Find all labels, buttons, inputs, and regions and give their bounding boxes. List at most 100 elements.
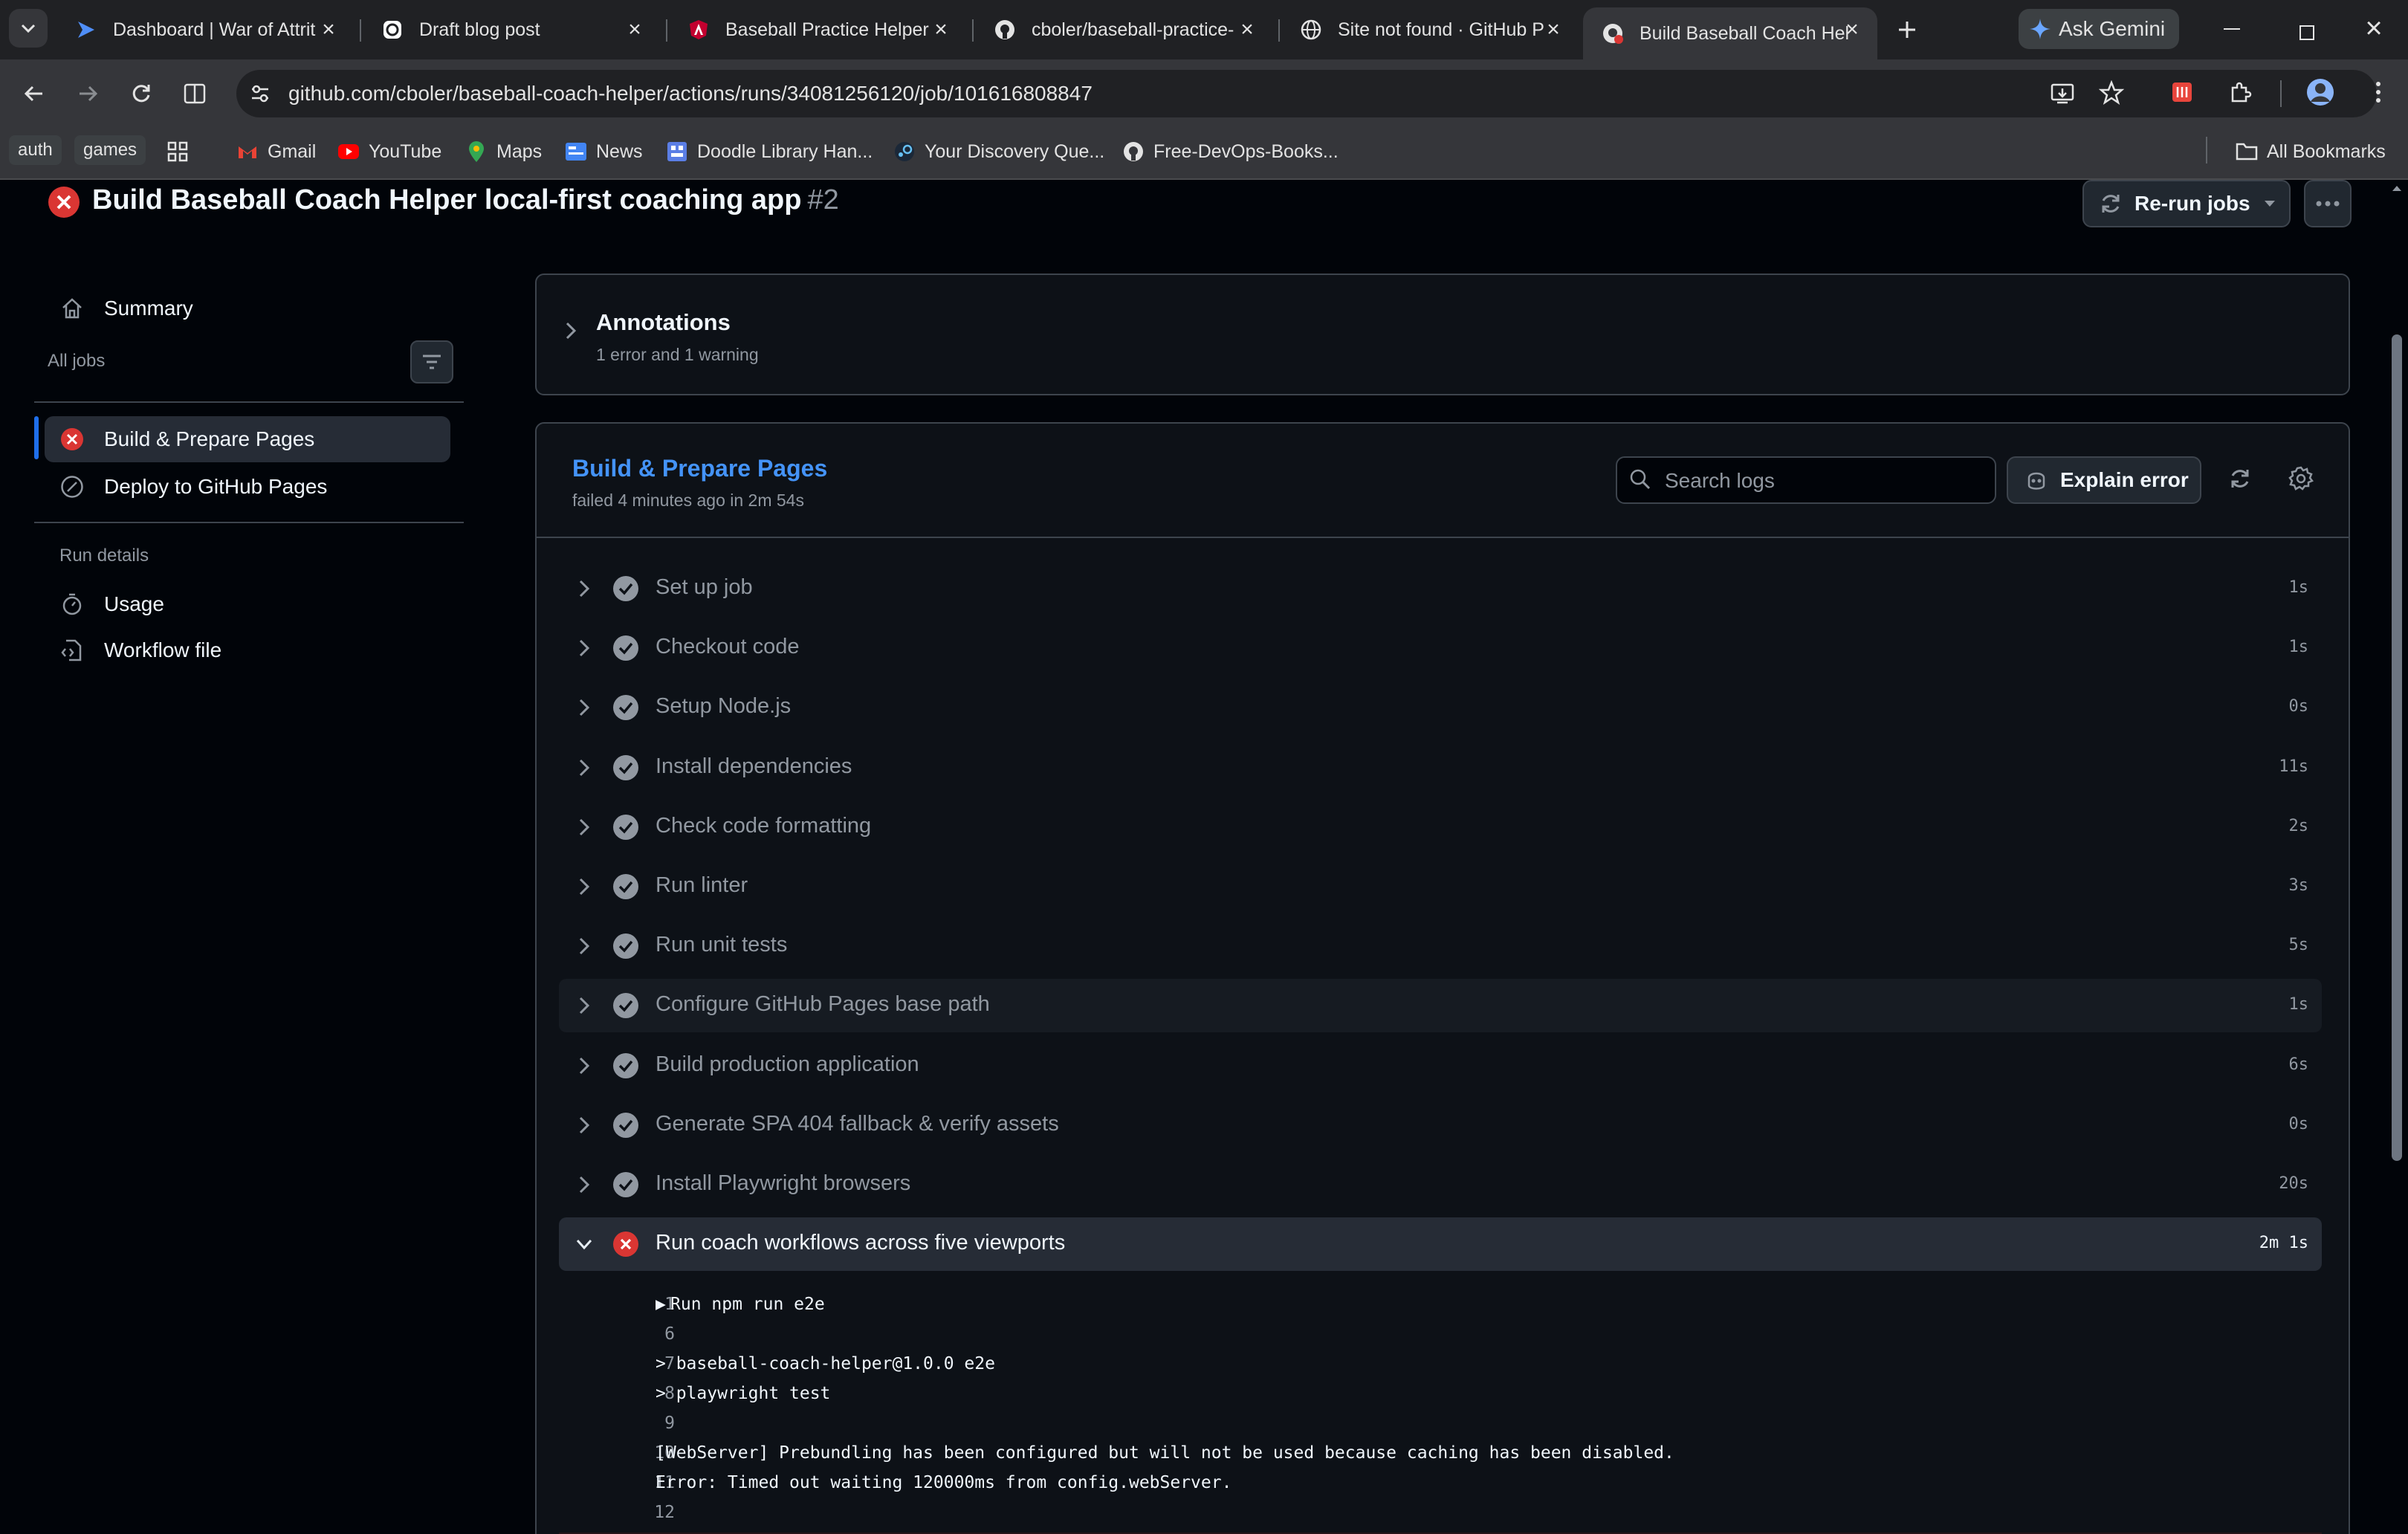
gmail-icon — [236, 140, 259, 163]
tab-github-repo[interactable]: cboler/baseball-practice- × — [975, 7, 1272, 52]
log-settings-button[interactable] — [2283, 461, 2319, 496]
step-duration: 5s — [2288, 936, 2309, 954]
page-scrollbar[interactable] — [2386, 180, 2408, 1534]
step-row[interactable]: Checkout code 1s — [559, 621, 2322, 675]
bookmark-folder-auth[interactable]: auth — [9, 135, 62, 165]
bookmark-news[interactable]: News — [565, 134, 643, 169]
pdf-extension-icon — [2172, 82, 2192, 102]
minimize-button[interactable] — [2215, 18, 2250, 40]
ask-gemini-button[interactable]: Ask Gemini — [2019, 9, 2179, 49]
step-row[interactable]: Generate SPA 404 fallback & verify asset… — [559, 1098, 2322, 1152]
bookmark-maps[interactable]: Maps — [465, 134, 542, 169]
bookmark-discovery-queue[interactable]: Your Discovery Que... — [893, 134, 1104, 169]
step-row[interactable]: Set up job 1s — [559, 562, 2322, 615]
step-row[interactable]: Run unit tests 5s — [559, 919, 2322, 973]
tab-site-not-found[interactable]: Site not found · GitHub P × — [1281, 7, 1579, 52]
new-tab-button[interactable] — [1886, 9, 1928, 51]
step-row[interactable]: Run coach workflows across five viewport… — [559, 1217, 2322, 1271]
chevron-right-icon — [574, 697, 595, 718]
bookmark-devops-books[interactable]: Free-DevOps-Books... — [1122, 134, 1339, 169]
back-button[interactable] — [13, 73, 55, 114]
step-row[interactable]: Install dependencies 11s — [559, 741, 2322, 794]
all-jobs-heading: All jobs — [48, 351, 106, 371]
log-line-text: [WebServer] Prebundling has been configu… — [656, 1443, 1674, 1463]
github-logo-icon — [993, 18, 1017, 42]
log-line-text: Error: Timed out waiting 120000ms from c… — [656, 1473, 1232, 1492]
close-tab-icon[interactable]: × — [1842, 19, 1862, 41]
browser-menu-button[interactable] — [2357, 71, 2399, 113]
close-window-button[interactable]: × — [2356, 10, 2392, 46]
tab-dashboard[interactable]: Dashboard | War of Attrit × — [56, 7, 354, 52]
step-row[interactable]: Build production application 6s — [559, 1039, 2322, 1093]
chevron-right-icon — [574, 876, 595, 897]
job-title[interactable]: Build & Prepare Pages — [572, 455, 827, 482]
tab-draft-blog[interactable]: Draft blog post × — [363, 7, 660, 52]
tab-build-baseball[interactable]: Build Baseball Coach Hel × — [1583, 7, 1877, 59]
refresh-logs-button[interactable] — [2222, 461, 2258, 496]
rerun-jobs-button[interactable]: Re-run jobs — [2082, 180, 2291, 227]
annotations-title: Annotations — [596, 309, 731, 335]
bookmark-gmail[interactable]: Gmail — [236, 134, 316, 169]
success-check-icon — [612, 635, 639, 661]
more-actions-button[interactable] — [2304, 180, 2352, 227]
tab-search-button[interactable] — [9, 9, 48, 48]
log-line: 9 — [559, 1414, 2322, 1443]
filter-jobs-button[interactable] — [410, 340, 453, 384]
step-name: Check code formatting — [656, 814, 872, 838]
chevron-right-icon — [574, 995, 595, 1016]
forward-button[interactable] — [67, 73, 109, 114]
address-bar[interactable]: github.com/cboler/baseball-coach-helper/… — [236, 70, 2377, 117]
sidebar-usage[interactable]: Usage — [45, 581, 450, 627]
bookmark-youtube[interactable]: YouTube — [337, 134, 441, 169]
close-tab-icon[interactable]: × — [318, 19, 339, 41]
sidebar-job-deploy[interactable]: Deploy to GitHub Pages — [45, 464, 450, 510]
split-view-button[interactable] — [174, 73, 216, 114]
annotations-panel[interactable]: Annotations 1 error and 1 warning — [535, 274, 2350, 395]
log-line: 11 Error: Timed out waiting 120000ms from… — [559, 1473, 2322, 1503]
step-row[interactable]: Configure GitHub Pages base path 1s — [559, 979, 2322, 1032]
sidebar-workflow-file[interactable]: Workflow file — [45, 627, 450, 673]
explain-error-button[interactable]: Explain error — [2007, 456, 2201, 504]
scrollbar-thumb[interactable] — [2392, 334, 2402, 1161]
step-duration: 0s — [2288, 1115, 2309, 1133]
close-tab-icon[interactable]: × — [624, 19, 645, 41]
bookmark-star-icon[interactable] — [2099, 80, 2124, 106]
scroll-up-arrow[interactable] — [2392, 184, 2402, 192]
log-line: 1 ▶ Run npm run e2e — [559, 1295, 2322, 1324]
extensions-button[interactable] — [2219, 71, 2261, 113]
step-row[interactable]: Check code formatting 2s — [559, 800, 2322, 854]
profile-avatar[interactable] — [2299, 71, 2341, 113]
sidebar-job-build-prepare[interactable]: Build & Prepare Pages — [45, 416, 450, 462]
avatar-icon — [2307, 79, 2334, 106]
home-icon — [59, 296, 85, 321]
tab-title: Baseball Practice Helper — [725, 19, 929, 40]
bookmark-folder-games[interactable]: games — [74, 135, 146, 165]
reload-button[interactable] — [120, 73, 162, 114]
bookmark-label: Gmail — [268, 140, 317, 162]
youtube-icon — [337, 140, 360, 163]
site-info-icon[interactable] — [248, 82, 272, 106]
tab-practice-helper[interactable]: Baseball Practice Helper × — [669, 7, 966, 52]
step-row[interactable]: Install Playwright browsers 20s — [559, 1158, 2322, 1211]
extension-pdf-button[interactable] — [2161, 71, 2203, 113]
install-app-icon[interactable] — [2050, 82, 2075, 106]
close-tab-icon[interactable]: × — [930, 19, 951, 41]
step-row[interactable]: Setup Node.js 0s — [559, 681, 2322, 734]
log-line: 7 > baseball-coach-helper@1.0.0 e2e — [559, 1354, 2322, 1384]
search-logs-input[interactable]: Search logs — [1616, 456, 1996, 504]
log-line-text[interactable]: ▶ Run npm run e2e — [656, 1295, 825, 1314]
step-row[interactable]: Run linter 3s — [559, 860, 2322, 913]
apps-button[interactable] — [166, 134, 198, 169]
step-duration: 2m 1s — [2259, 1234, 2308, 1252]
bookmark-doodle[interactable]: Doodle Library Han... — [666, 134, 873, 169]
all-bookmarks-button[interactable]: All Bookmarks — [2236, 134, 2386, 169]
close-tab-icon[interactable]: × — [1543, 19, 1564, 41]
close-tab-icon[interactable]: × — [1237, 19, 1258, 41]
step-name: Generate SPA 404 fallback & verify asset… — [656, 1112, 1059, 1136]
failure-status-icon — [612, 1231, 639, 1258]
restore-button[interactable] — [2288, 18, 2323, 43]
arrow-right-icon — [80, 85, 98, 102]
sidebar-summary[interactable]: Summary — [45, 285, 450, 331]
chevron-right-icon — [574, 1055, 595, 1076]
log-line: 8 > playwright test — [559, 1384, 2322, 1414]
